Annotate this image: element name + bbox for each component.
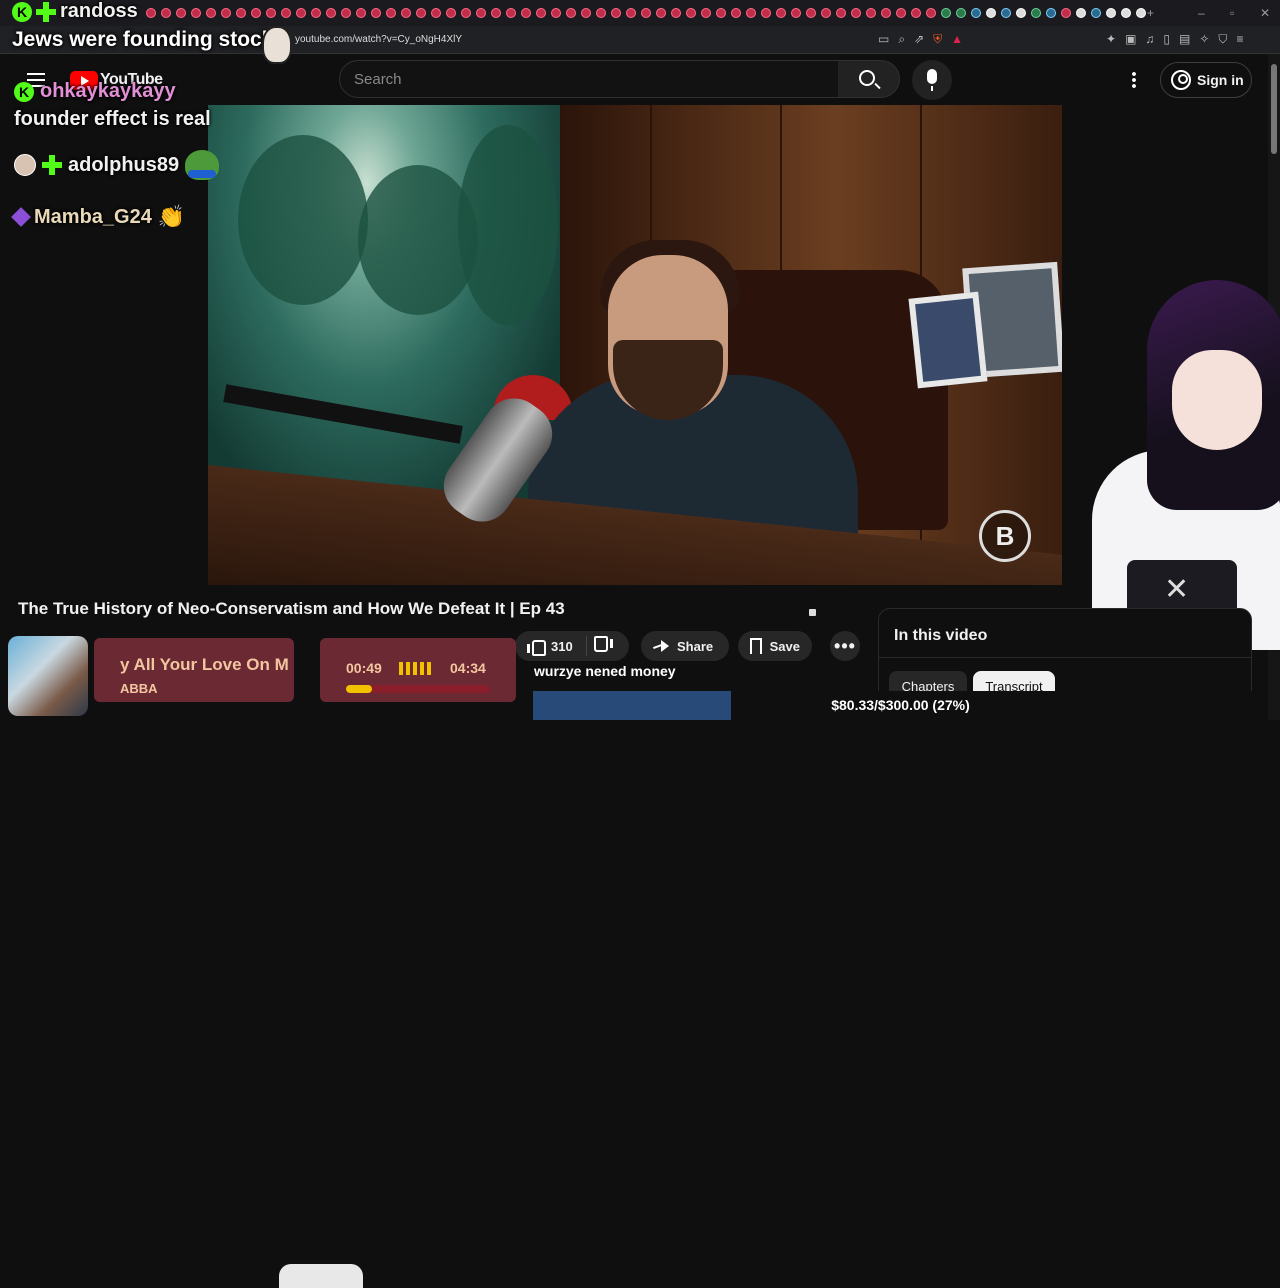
- share-arrow-icon: [653, 639, 669, 653]
- maximize-icon[interactable]: ▫: [1230, 6, 1234, 20]
- thumbs-up-icon: [527, 638, 546, 656]
- overlay-blob: [279, 1264, 363, 1288]
- vtuber-avatar: ✕: [1062, 270, 1280, 650]
- ai-icon[interactable]: ✧: [1199, 32, 1209, 47]
- sign-in-label: Sign in: [1197, 72, 1244, 88]
- chat-message-text: Jews were founding stock: [12, 28, 274, 51]
- chat-emote-face-icon: [262, 26, 292, 64]
- account-icon: [1171, 70, 1191, 90]
- vpn-icon[interactable]: ⛉: [1218, 32, 1227, 47]
- share-page-icon[interactable]: ⇗: [914, 32, 924, 47]
- chat-username: adolphus89: [68, 153, 180, 176]
- panel-divider: [879, 657, 1251, 658]
- donation-goal-text: $80.33/$300.00 (27%): [831, 697, 970, 713]
- menu-icon[interactable]: ≡: [1236, 32, 1243, 47]
- settings-kebab-icon[interactable]: [1132, 71, 1136, 89]
- panel-title: In this video: [894, 627, 988, 644]
- chat-message: adolphus89: [14, 150, 220, 180]
- video-player[interactable]: [208, 105, 1062, 585]
- share-button[interactable]: Share: [641, 631, 729, 661]
- save-label: Save: [769, 638, 800, 654]
- rumble-logo-icon: B: [979, 510, 1031, 562]
- gem-badge-icon: [11, 207, 31, 227]
- extension-icon[interactable]: ✦: [1106, 32, 1116, 47]
- search-button[interactable]: [838, 60, 900, 98]
- subscriber-badge-icon: [36, 1, 56, 22]
- minimize-icon[interactable]: –: [1198, 6, 1205, 20]
- like-divider: [586, 636, 587, 656]
- chat-message: K ohkaykaykayy: [14, 80, 176, 103]
- overlay-square-icon: [809, 609, 816, 616]
- pepe-emote-icon: [185, 150, 220, 180]
- song-artist: ABBA: [120, 681, 158, 696]
- bookmark-icon: [750, 638, 762, 654]
- screen-icon[interactable]: ▭: [878, 32, 889, 47]
- kick-badge-icon: K: [14, 81, 34, 102]
- video-photo-frame-small: [908, 291, 988, 389]
- sidebar-icon[interactable]: ▯: [1163, 32, 1170, 47]
- album-art: [8, 636, 88, 716]
- chat-message-top: K randoss: [12, 0, 138, 23]
- song-title: y All Your Love On M: [120, 655, 289, 674]
- video-title: The True History of Neo-Conservatism and…: [18, 599, 565, 618]
- search-icon: [859, 70, 875, 86]
- extensions-bar: ✦ ▣ ♫ ▯ ▤ ✧ ⛉ ≡: [1106, 32, 1243, 47]
- sign-in-button[interactable]: Sign in: [1160, 62, 1252, 98]
- chat-message-text-row: founder effect is real: [14, 108, 211, 131]
- share-label: Share: [677, 638, 714, 654]
- browser-tab-strip: + – ▫ ✕: [0, 0, 1280, 26]
- like-count: 310: [551, 638, 573, 654]
- search-input[interactable]: Search: [339, 60, 839, 98]
- elapsed-time: 00:49: [346, 660, 382, 676]
- dislike-button[interactable]: [587, 631, 629, 661]
- more-actions-button[interactable]: •••: [830, 631, 860, 661]
- ribbon-icon: ✕: [1164, 573, 1190, 606]
- chat-username: Mamba_G24: [34, 205, 152, 228]
- zoom-icon[interactable]: ⌕: [898, 32, 905, 47]
- tab-favicons[interactable]: [146, 8, 1146, 18]
- now-playing-widget: y All Your Love On M ABBA 00:49 04:34: [0, 632, 520, 1288]
- close-icon[interactable]: ✕: [1260, 6, 1270, 20]
- wallet-icon[interactable]: ▤: [1179, 32, 1190, 47]
- url-actions: ▭ ⌕ ⇗ ⛨ ▲: [878, 32, 963, 47]
- chat-message: Mamba_G24 👏: [11, 204, 186, 230]
- song-progress-fill: [346, 685, 372, 693]
- equalizer-icon: [399, 662, 431, 675]
- voice-search-icon[interactable]: [912, 60, 952, 100]
- clap-emote-icon: 👏: [157, 204, 186, 229]
- chat-username: randoss: [60, 0, 138, 22]
- new-tab-button[interactable]: +: [1147, 6, 1154, 20]
- save-button[interactable]: Save: [738, 631, 812, 661]
- subscriber-badge-icon: [42, 155, 62, 175]
- kick-badge-icon: K: [12, 1, 32, 22]
- music-icon[interactable]: ♫: [1145, 32, 1154, 47]
- screenshot-icon[interactable]: ▣: [1125, 32, 1136, 47]
- overlay-message-snippet: wurzye nened money: [534, 663, 676, 679]
- stream-chat-overlay: K ohkaykaykayy founder effect is real ad…: [0, 54, 240, 254]
- donation-goal-bar: $80.33/$300.00 (27%): [533, 691, 1268, 720]
- brave-shield-icon[interactable]: ⛨: [933, 32, 942, 47]
- url-text[interactable]: youtube.com/watch?v=Cy_oNgH4XlY: [295, 34, 462, 45]
- song-progress-bar: [346, 685, 490, 693]
- chat-message-text: founder effect is real: [14, 108, 211, 130]
- song-duration: 04:34: [450, 660, 486, 676]
- rewards-icon[interactable]: ▲: [951, 32, 963, 47]
- user-avatar-icon: [14, 154, 36, 176]
- thumbs-down-icon: [597, 638, 613, 654]
- chat-username: ohkaykaykayy: [40, 80, 176, 102]
